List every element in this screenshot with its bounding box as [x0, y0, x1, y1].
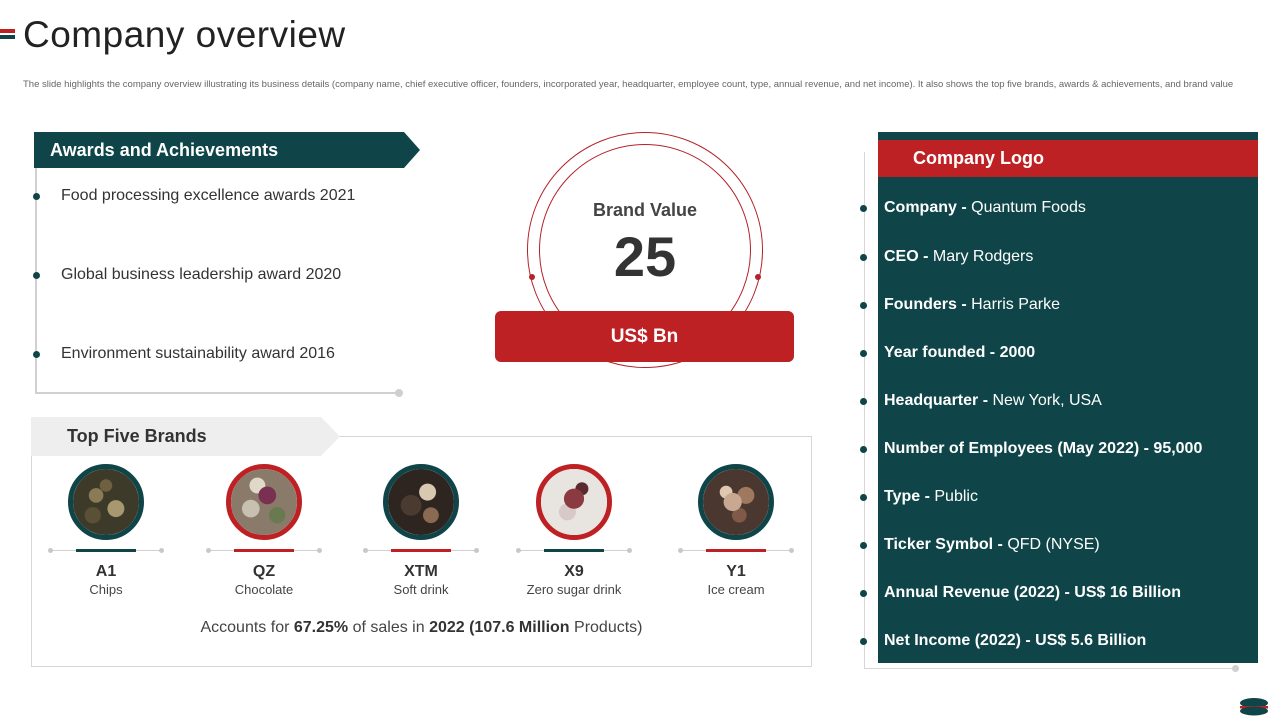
brand-divider: [363, 548, 479, 553]
brand-code: XTM: [404, 563, 438, 580]
info-key: Headquarter -: [884, 392, 993, 409]
award-item: Global business leadership award 2020: [61, 266, 342, 283]
award-item: Environment sustainability award 2016: [61, 345, 335, 362]
info-value: QFD (NYSE): [1007, 536, 1100, 553]
info-value: Quantum Foods: [971, 199, 1086, 216]
slide-logo-icon: [1240, 698, 1268, 716]
company-info-row: Net Income (2022) - US$ 5.6 Billion: [884, 632, 1146, 650]
company-logo-label: Company Logo: [913, 148, 1044, 168]
bullet-icon: [860, 638, 867, 645]
page-title: Company overview: [23, 14, 346, 55]
brand-name: Ice cream: [707, 582, 765, 597]
awards-divider: [35, 168, 37, 393]
info-value: Harris Parke: [971, 296, 1061, 313]
brand-divider: [516, 548, 632, 553]
company-info-row: Founders - Harris Parke: [884, 296, 1060, 314]
brand-name: Chips: [89, 582, 123, 597]
bullet-icon: [860, 302, 867, 309]
brand-name: Zero sugar drink: [526, 582, 622, 597]
info-key: Year founded - 2000: [884, 344, 1036, 361]
brand-name: Chocolate: [234, 582, 294, 597]
sales-percent: 67.25%: [293, 619, 349, 636]
brand-value-unit: US$ Bn: [495, 311, 794, 362]
brands-header: Top Five Brands: [31, 417, 340, 456]
page-subtitle: The slide highlights the company overvie…: [23, 79, 1234, 90]
bullet-icon: [860, 205, 867, 212]
company-info-row: Headquarter - New York, USA: [884, 392, 1102, 410]
bullet-icon: [860, 494, 867, 501]
bullet-icon: [33, 272, 40, 279]
info-value: New York, USA: [992, 392, 1102, 409]
brand-value-number: 25: [613, 225, 677, 288]
brand-value-label: Brand Value: [592, 200, 698, 220]
brand-name: Soft drink: [393, 582, 449, 597]
brand-image: [383, 464, 459, 540]
brand-divider: [678, 548, 794, 553]
ring-dot: [529, 274, 535, 280]
company-info-row: CEO - Mary Rodgers: [884, 248, 1033, 266]
bullet-icon: [860, 398, 867, 405]
info-key: Ticker Symbol -: [884, 536, 1008, 553]
bullet-icon: [860, 590, 867, 597]
info-key: Founders -: [884, 296, 972, 313]
info-key: CEO -: [884, 248, 933, 265]
bullet-icon: [860, 542, 867, 549]
bullet-icon: [860, 254, 867, 261]
company-info-row: Company - Quantum Foods: [884, 199, 1086, 217]
info-value: Public: [934, 488, 978, 505]
brand-image: [698, 464, 774, 540]
info-key: Net Income (2022) - US$ 5.6 Billion: [884, 632, 1147, 649]
sales-year-products: 2022 (107.6 Million: [429, 619, 570, 636]
awards-title: Awards and Achievements: [50, 140, 279, 160]
brand-image: [68, 464, 144, 540]
info-key: Company -: [884, 199, 972, 216]
company-info-row: Year founded - 2000: [884, 344, 1035, 362]
ring-dot: [755, 274, 761, 280]
company-info-row: Annual Revenue (2022) - US$ 16 Billion: [884, 584, 1181, 602]
brand-divider: [206, 548, 322, 553]
bullet-icon: [33, 351, 40, 358]
awards-header: Awards and Achievements: [34, 132, 420, 168]
company-info-row: Number of Employees (May 2022) - 95,000: [884, 440, 1202, 458]
brands-title: Top Five Brands: [67, 426, 207, 446]
sales-note-suffix: Products): [569, 619, 643, 636]
brand-image: [226, 464, 302, 540]
sales-note-middle: of sales in: [348, 619, 430, 636]
panel-end-dot: [1232, 665, 1239, 672]
brand-code: QZ: [252, 563, 276, 580]
brand-divider: [48, 548, 164, 553]
bullet-icon: [860, 446, 867, 453]
brands-sales-note: Accounts for 67.25% of sales in 2022 (10…: [31, 619, 812, 637]
brand-code: Y1: [726, 563, 746, 580]
brand-code: A1: [95, 563, 117, 580]
title-flag-icon: [0, 29, 15, 46]
brand-image: [536, 464, 612, 540]
info-value: Mary Rodgers: [932, 248, 1034, 265]
info-key: Annual Revenue (2022) - US$ 16 Billion: [884, 584, 1181, 601]
bullet-icon: [33, 193, 40, 200]
awards-divider: [35, 392, 399, 394]
info-key: Number of Employees (May 2022) - 95,000: [884, 440, 1203, 457]
company-info-row: Ticker Symbol - QFD (NYSE): [884, 536, 1100, 554]
sales-note-prefix: Accounts for: [200, 619, 294, 636]
awards-end-dot: [395, 389, 403, 397]
info-key: Type -: [884, 488, 935, 505]
award-item: Food processing excellence awards 2021: [61, 187, 356, 204]
company-logo-bar: Company Logo: [878, 140, 1258, 177]
brand-code: X9: [564, 563, 584, 580]
bullet-icon: [860, 350, 867, 357]
company-info-row: Type - Public: [884, 488, 978, 506]
